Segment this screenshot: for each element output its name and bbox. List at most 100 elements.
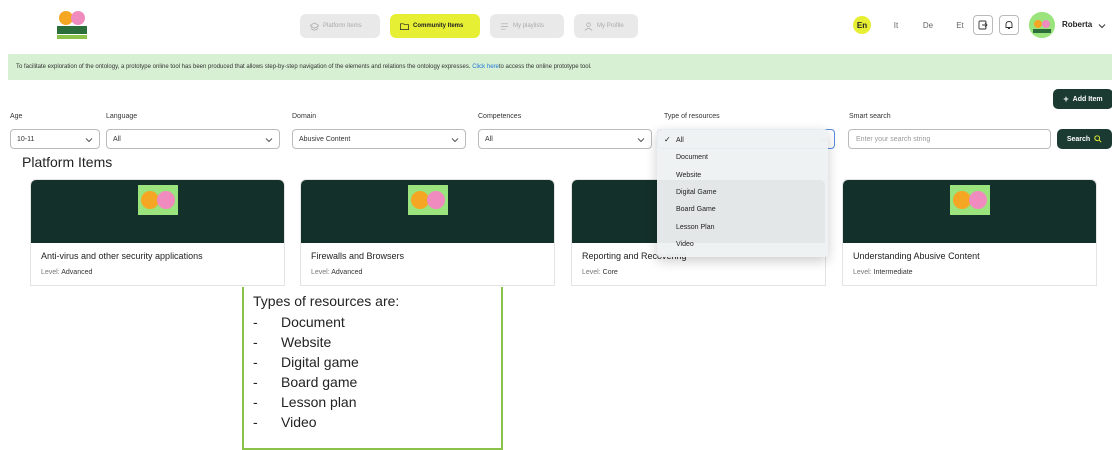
option-label: Board Game <box>676 206 716 214</box>
add-item-button[interactable]: + Add Item <box>1053 89 1112 109</box>
note-item-text: Lesson plan <box>281 394 357 410</box>
domain-value: Abusive Content <box>299 135 351 143</box>
super-cyber-kids-logo <box>949 184 990 215</box>
search-input[interactable]: Enter your search string <box>848 129 1051 149</box>
level-label: Level: <box>41 269 60 276</box>
user-name[interactable]: Roberta <box>1062 20 1092 29</box>
nav-label: My Profile <box>597 23 624 29</box>
age-value: 10-11 <box>17 135 35 143</box>
dropdown-option-document[interactable]: Document <box>657 149 828 166</box>
add-item-label: Add Item <box>1072 95 1103 103</box>
banner-link[interactable]: Click here <box>472 64 499 70</box>
dropdown-option-all[interactable]: ✓ All <box>657 132 828 149</box>
card-thumbnail <box>301 180 554 243</box>
nav-label: My playlists <box>513 23 545 29</box>
nav-label: Community Items <box>413 23 464 29</box>
age-select[interactable]: 10-11 <box>10 129 100 149</box>
card-level: Level: Core <box>582 269 815 276</box>
dropdown-option-lesson-plan[interactable]: Lesson Plan <box>657 218 828 235</box>
dropdown-option-website[interactable]: Website <box>657 167 828 184</box>
dropdown-option-board-game[interactable]: Board Game <box>657 201 828 218</box>
option-label: Digital Game <box>676 189 717 197</box>
search-label: Search <box>1066 135 1091 143</box>
graduation-cap-icon <box>310 21 319 30</box>
option-label: Website <box>676 171 702 179</box>
platform-item-card[interactable]: Firewalls and Browsers Level: Advanced <box>300 179 555 286</box>
bell-icon <box>1005 21 1013 29</box>
language-label: Language <box>106 113 138 120</box>
level-value: Core <box>602 269 618 276</box>
competences-label: Competences <box>478 113 522 120</box>
chevron-down-icon <box>637 138 645 143</box>
lang-et[interactable]: Et <box>953 21 967 30</box>
card-level: Level: Advanced <box>41 269 274 276</box>
card-thumbnail <box>843 180 1096 243</box>
plus-icon: + <box>1063 94 1069 104</box>
notifications-button[interactable] <box>999 15 1019 35</box>
super-cyber-kids-logo[interactable] <box>54 6 90 42</box>
banner-text: To facilitate exploration of the ontolog… <box>16 64 471 70</box>
note-item-text: Board game <box>281 374 358 390</box>
nav-my-profile[interactable]: My Profile <box>574 14 638 38</box>
platform-item-card[interactable]: Anti-virus and other security applicatio… <box>30 179 285 286</box>
note-item: - Document <box>253 314 345 330</box>
nav-community-items[interactable]: Community Items <box>390 14 480 38</box>
checkmark-icon: ✓ <box>664 135 671 144</box>
level-value: Advanced <box>61 269 93 276</box>
card-thumbnail <box>31 180 284 243</box>
card-title: Anti-virus and other security applicatio… <box>41 251 203 261</box>
note-item: - Digital game <box>253 354 359 370</box>
language-switcher: En It De Et <box>853 16 967 34</box>
folder-icon <box>400 22 409 30</box>
competences-select[interactable]: All <box>478 129 652 149</box>
note-item: - Board game <box>253 374 358 390</box>
note-item-text: Video <box>281 414 317 430</box>
domain-label: Domain <box>292 113 317 120</box>
language-value: All <box>113 135 121 143</box>
lang-de[interactable]: De <box>921 21 935 30</box>
level-label: Level: <box>853 269 872 276</box>
language-select[interactable]: All <box>106 129 280 149</box>
note-item-text: Document <box>281 314 345 330</box>
card-level: Level: Advanced <box>311 269 544 276</box>
type-of-resources-dropdown: ✓ All Document Website Digital Game Board… <box>657 129 828 257</box>
option-label: All <box>676 137 684 145</box>
note-title: Types of resources are: <box>253 293 400 309</box>
search-placeholder: Enter your search string <box>856 135 931 143</box>
nav-label: Platform Items <box>323 23 362 29</box>
note-item: - Lesson plan <box>253 394 357 410</box>
level-label: Level: <box>311 269 330 276</box>
nav-my-playlists[interactable]: My playlists <box>490 14 564 38</box>
playlist-icon <box>500 22 509 30</box>
avatar-image <box>1029 12 1055 38</box>
type-label: Type of resources <box>664 113 720 120</box>
main-nav: Platform Items Community Items My playli… <box>300 14 638 38</box>
card-title: Understanding Abusive Content <box>853 251 980 261</box>
card-level: Level: Intermediate <box>853 269 1086 276</box>
lang-it[interactable]: It <box>889 21 903 30</box>
nav-platform-items[interactable]: Platform Items <box>300 14 380 38</box>
annotation-note: Types of resources are: - Document - Websi… <box>242 287 503 450</box>
note-item-text: Digital game <box>281 354 359 370</box>
logout-button[interactable] <box>973 15 993 35</box>
avatar[interactable] <box>1029 12 1055 38</box>
super-cyber-kids-logo <box>407 184 448 215</box>
domain-select[interactable]: Abusive Content <box>292 129 466 149</box>
search-button[interactable]: Search <box>1057 129 1112 149</box>
card-title: Firewalls and Browsers <box>311 251 405 261</box>
chevron-down-icon <box>451 138 459 143</box>
dropdown-option-digital-game[interactable]: Digital Game <box>657 184 828 201</box>
chevron-down-icon[interactable] <box>1098 22 1106 30</box>
note-item: - Website <box>253 334 332 350</box>
lang-en[interactable]: En <box>853 16 871 34</box>
top-header: Platform Items Community Items My playli… <box>0 0 1112 48</box>
competences-value: All <box>485 135 493 143</box>
dropdown-option-video[interactable]: Video <box>657 236 828 253</box>
user-icon <box>584 22 593 31</box>
note-item-text: Website <box>281 334 332 350</box>
smart-search-label: Smart search <box>849 113 891 120</box>
chevron-down-icon <box>85 138 93 143</box>
level-label: Level: <box>582 269 601 276</box>
age-label: Age <box>10 113 23 120</box>
platform-item-card[interactable]: Understanding Abusive Content Level: Int… <box>842 179 1097 286</box>
